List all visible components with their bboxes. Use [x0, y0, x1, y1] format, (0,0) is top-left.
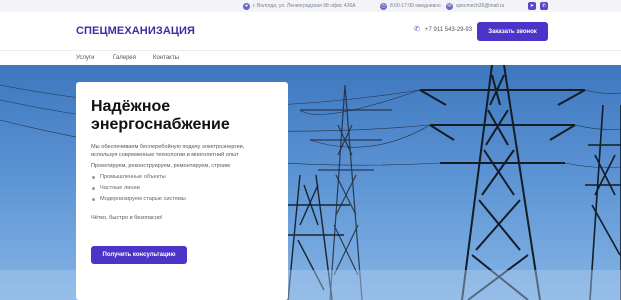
- request-call-button[interactable]: Заказать звонок: [477, 22, 548, 41]
- nav-item-services[interactable]: Услуги: [76, 55, 94, 61]
- nav-item-contacts[interactable]: Контакты: [153, 55, 179, 61]
- hours-text: 8:00-17:00 ежедневно: [390, 3, 441, 9]
- email-text[interactable]: specmech35@mail.ru: [456, 3, 504, 9]
- phone-icon: ✆: [414, 26, 420, 33]
- top-info-bar: ● г. Вологда, ул. Ленинградская 98 офис …: [0, 0, 621, 12]
- mail-icon: ✉: [446, 2, 453, 10]
- address-info: ● г. Вологда, ул. Ленинградская 98 офис …: [243, 1, 355, 11]
- hero-card: Надёжное энергоснабжение Мы обеспечиваем…: [76, 82, 288, 300]
- hero-section: Надёжное энергоснабжение Мы обеспечиваем…: [0, 65, 621, 300]
- services-list: Промышленные объекты Частные линии Модер…: [91, 172, 273, 205]
- hero-description: Мы обеспечиваем бесперебойную подачу эле…: [91, 144, 245, 158]
- get-consultation-button[interactable]: Получить консультацию: [91, 246, 187, 264]
- hours-info: ◷ 8:00-17:00 ежедневно: [380, 1, 441, 11]
- site-logo[interactable]: СПЕЦМЕХАНИЗАЦИЯ: [76, 25, 195, 37]
- list-item: Промышленные объекты: [91, 172, 273, 183]
- address-text: г. Вологда, ул. Ленинградская 98 офис 42…: [253, 3, 356, 9]
- header-phone[interactable]: ✆ +7 911 543-29-93: [414, 26, 472, 33]
- telegram-icon[interactable]: ➤: [528, 2, 536, 10]
- phone-number[interactable]: +7 911 543-29-93: [425, 27, 472, 33]
- site-header: СПЕЦМЕХАНИЗАЦИЯ ✆ +7 911 543-29-93 Заказ…: [0, 12, 621, 50]
- list-item: Модернизируем старые системы: [91, 194, 273, 205]
- email-info[interactable]: ✉ specmech35@mail.ru: [446, 1, 504, 11]
- hero-subtitle: Проектируем, реконструируем, ремонтируем…: [91, 163, 230, 169]
- location-icon: ●: [243, 2, 250, 10]
- hero-title: Надёжное энергоснабжение: [91, 98, 230, 133]
- list-item: Частные линии: [91, 183, 273, 194]
- main-nav: Услуги Галерея Контакты: [0, 50, 621, 65]
- clock-icon: ◷: [380, 2, 387, 10]
- nav-item-gallery[interactable]: Галерея: [113, 55, 136, 61]
- hero-tagline: Чётко, быстро и безопасно!: [91, 215, 163, 221]
- whatsapp-icon[interactable]: ✆: [540, 2, 548, 10]
